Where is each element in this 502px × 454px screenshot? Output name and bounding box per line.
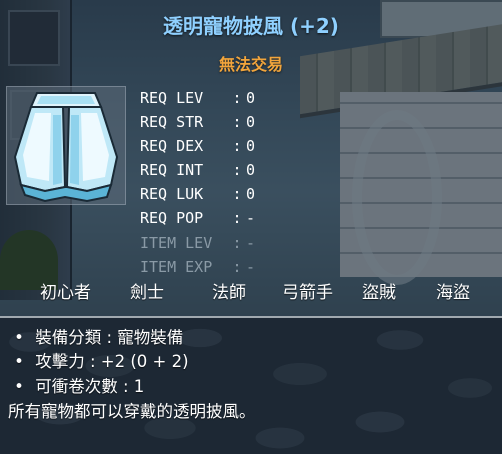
requirement-separator: : xyxy=(232,233,242,252)
requirement-value: - xyxy=(246,209,256,228)
requirement-row: REQ DEX:0 xyxy=(140,134,280,158)
tooltip-divider xyxy=(0,316,502,318)
requirement-separator: : xyxy=(232,137,242,156)
translucent-cape-icon xyxy=(13,92,119,203)
requirement-separator: : xyxy=(232,161,242,180)
stat-upgrade-slots: • 可衝卷次數 : 1 xyxy=(8,375,498,399)
bullet-icon: • xyxy=(14,328,24,347)
requirement-row: REQ INT:0 xyxy=(140,158,280,182)
job-bowman: 弓箭手 xyxy=(282,283,333,303)
job-pirate: 海盜 xyxy=(436,283,470,303)
bullet-icon: • xyxy=(14,352,24,372)
stat-attack: • 攻擊力 : +2 (0 + 2) xyxy=(8,350,498,374)
item-tooltip: 透明寵物披風 (+2) 無法交易 REQ LEV:0 REQ STR:0 REQ D… xyxy=(0,0,502,454)
requirement-separator: : xyxy=(232,89,242,107)
item-description: 所有寵物都可以穿戴的透明披風。 xyxy=(8,401,256,421)
requirement-label: REQ POP xyxy=(140,209,204,228)
requirement-value: 0 xyxy=(246,89,256,107)
trade-status: 無法交易 xyxy=(218,55,283,74)
item-stats: • 裝備分類 : 寵物裝備 • 攻擊力 : +2 (0 + 2) • 可衝卷次數… xyxy=(8,326,498,424)
requirement-label: REQ LUK xyxy=(140,185,204,204)
requirement-list: REQ LEV:0 REQ STR:0 REQ DEX:0 REQ INT:0 REQ … xyxy=(140,86,280,279)
stat-text: 攻擊力 : +2 (0 + 2) xyxy=(35,352,189,372)
requirement-label: ITEM EXP xyxy=(140,257,213,276)
requirement-row: REQ POP: - xyxy=(140,206,280,230)
job-list: 初心者 劍士 法師 弓箭手 盜賊 海盜 xyxy=(0,278,502,303)
requirement-value: 0 xyxy=(246,185,256,204)
job-thief: 盜賊 xyxy=(362,283,396,303)
requirement-separator: : xyxy=(232,185,242,204)
job-magician: 法師 xyxy=(212,283,246,303)
requirement-label: ITEM LEV xyxy=(140,233,213,252)
requirement-separator: : xyxy=(232,113,242,132)
requirement-separator: : xyxy=(232,209,242,228)
stat-category: • 裝備分類 : 寵物裝備 xyxy=(8,326,498,350)
bullet-icon: • xyxy=(14,376,24,396)
job-warrior: 劍士 xyxy=(130,283,164,303)
requirement-value: - xyxy=(246,257,256,276)
requirement-value: 0 xyxy=(246,113,256,132)
requirement-row: REQ LUK:0 xyxy=(140,182,280,206)
requirement-row: ITEM EXP: - xyxy=(140,255,280,279)
requirement-separator: : xyxy=(232,257,242,276)
requirement-value: 0 xyxy=(246,137,256,156)
job-beginner: 初心者 xyxy=(40,283,91,303)
stat-text: 可衝卷次數 : 1 xyxy=(35,376,145,396)
requirement-value: 0 xyxy=(246,161,256,180)
requirement-value: - xyxy=(246,233,256,252)
requirement-row: REQ LEV:0 xyxy=(140,86,280,110)
requirement-row: ITEM LEV: - xyxy=(140,231,280,255)
stat-text: 裝備分類 : 寵物裝備 xyxy=(35,328,184,347)
item-name: 透明寵物披風 (+2) xyxy=(163,14,339,38)
requirement-label: REQ INT xyxy=(140,161,204,180)
requirement-label: REQ DEX xyxy=(140,137,204,156)
requirement-row: REQ STR:0 xyxy=(140,110,280,134)
item-icon-frame xyxy=(6,86,126,205)
requirement-label: REQ LEV xyxy=(140,89,204,107)
requirement-label: REQ STR xyxy=(140,113,204,132)
